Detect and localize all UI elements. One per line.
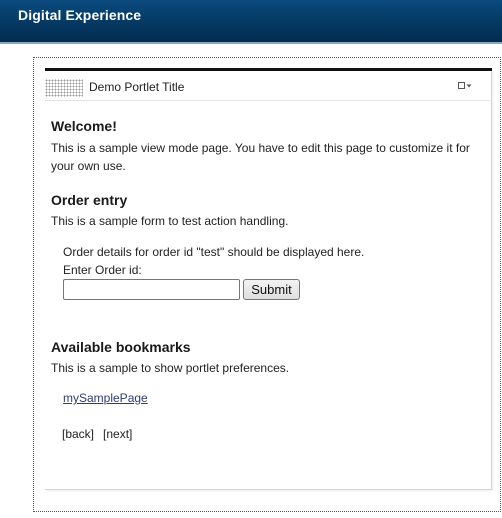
bookmark-link-mysamplepage[interactable]: mySamplePage [63,391,148,405]
bookmarks-text: This is a sample to show portlet prefere… [51,361,290,375]
order-entry-heading: Order entry [51,192,128,208]
portlet-title: Demo Portlet Title [89,80,185,94]
welcome-text: This is a sample view mode page. You hav… [51,141,470,173]
brand-title: Digital Experience [18,7,142,23]
bookmarks-heading: Available bookmarks [51,339,191,355]
back-link[interactable]: [back] [62,427,94,441]
order-entry-text: This is a sample form to test action han… [51,214,289,228]
drag-handle-icon[interactable] [45,79,83,97]
next-link[interactable]: [next] [103,427,132,441]
welcome-heading: Welcome! [51,118,117,134]
order-id-input[interactable] [63,279,240,300]
top-banner: Digital Experience [0,0,502,44]
order-details-text: Order details for order id "test" should… [63,245,365,259]
order-id-label: Enter Order id: [63,263,142,277]
pager: [back] [next] [62,427,132,441]
submit-button[interactable]: Submit [243,279,300,300]
portlet-menu-icon[interactable] [458,81,472,91]
portlet-titlebar: Demo Portlet Title [45,71,492,101]
